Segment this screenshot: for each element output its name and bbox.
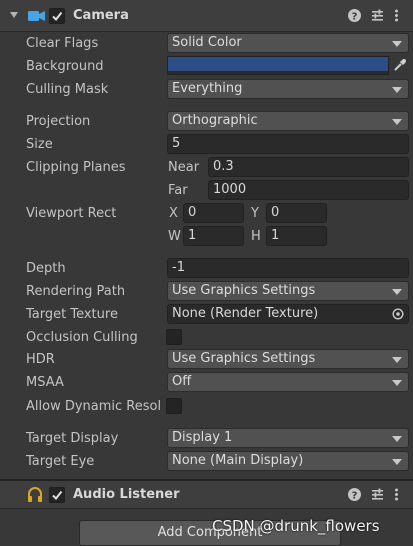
size-field[interactable]: 5 [167,134,409,154]
occlusion-culling-checkbox[interactable] [166,329,182,345]
camera-title: Camera [73,8,129,23]
hdr-value: Use Graphics Settings [172,351,316,366]
chevron-down-icon [392,436,402,442]
rendering-path-value: Use Graphics Settings [172,283,316,298]
background-label: Background [26,59,104,74]
near-field[interactable]: 0.3 [208,157,409,177]
background-color-swatch [168,57,388,71]
foldout-arrow-icon[interactable] [10,12,18,18]
svg-text:?: ? [352,490,358,501]
viewport-w-field[interactable]: 1 [183,226,244,246]
viewport-rect-label: Viewport Rect [26,206,117,221]
msaa-label: MSAA [26,375,64,390]
audio-listener-title: Audio Listener [73,487,180,502]
target-display-value: Display 1 [172,430,233,445]
preset-sliders-icon[interactable] [371,488,384,501]
far-label: Far [168,183,188,198]
target-eye-dropdown[interactable]: None (Main Display) [167,451,409,471]
chevron-down-icon [392,380,402,386]
hdr-dropdown[interactable]: Use Graphics Settings [167,349,409,369]
headphones-icon [28,487,42,502]
chevron-down-icon [392,119,402,125]
occlusion-culling-label: Occlusion Culling [26,330,138,345]
projection-dropdown[interactable]: Orthographic [167,111,409,131]
culling-mask-value: Everything [172,81,243,96]
kebab-menu-icon[interactable] [394,488,399,501]
viewport-x-label: X [169,206,178,221]
audio-listener-enabled-checkbox[interactable] [49,487,65,503]
preset-sliders-icon[interactable] [371,9,384,22]
clipping-planes-label: Clipping Planes [26,160,126,175]
target-display-label: Target Display [26,431,119,446]
culling-mask-dropdown[interactable]: Everything [167,79,409,99]
culling-mask-label: Culling Mask [26,82,109,97]
target-eye-label: Target Eye [26,454,95,469]
viewport-x-field[interactable]: 0 [183,203,244,223]
checkmark-icon [52,490,63,501]
near-label: Near [168,160,200,175]
camera-component-header[interactable]: Camera ? [0,0,413,32]
chevron-down-icon [392,459,402,465]
depth-label: Depth [26,261,66,276]
allow-dynamic-resolution-checkbox[interactable] [166,398,182,414]
audio-listener-component-header[interactable]: Audio Listener ? [0,481,413,509]
chevron-down-icon [392,289,402,295]
clear-flags-dropdown[interactable]: Solid Color [167,33,409,53]
object-picker-icon[interactable] [392,308,404,320]
checkmark-icon [52,11,63,22]
rendering-path-label: Rendering Path [26,284,126,299]
allow-dynamic-resolution-label: Allow Dynamic Resol [26,399,162,414]
viewport-h-field[interactable]: 1 [266,226,327,246]
camera-icon [28,11,45,21]
viewport-w-label: W [168,229,181,244]
target-eye-value: None (Main Display) [172,453,304,468]
clear-flags-value: Solid Color [172,35,242,50]
eyedropper-icon[interactable] [393,58,407,72]
background-color-field[interactable] [167,56,389,75]
hdr-label: HDR [26,352,55,367]
chevron-down-icon [392,87,402,93]
help-icon[interactable]: ? [348,488,361,501]
viewport-y-label: Y [251,206,259,221]
msaa-value: Off [172,374,192,389]
camera-enabled-checkbox[interactable] [49,8,65,24]
msaa-dropdown[interactable]: Off [167,372,409,392]
chevron-down-icon [392,357,402,363]
size-label: Size [26,137,53,152]
help-icon[interactable]: ? [348,9,361,22]
projection-label: Projection [26,114,91,129]
watermark-text: CSDN @drunk_flowers [212,517,380,535]
target-texture-value: None (Render Texture) [172,306,319,321]
depth-field[interactable]: -1 [167,258,409,278]
svg-text:?: ? [352,11,358,22]
projection-value: Orthographic [172,113,258,128]
far-field[interactable]: 1000 [208,180,409,200]
rendering-path-dropdown[interactable]: Use Graphics Settings [167,281,409,301]
target-texture-label: Target Texture [26,307,118,322]
kebab-menu-icon[interactable] [394,9,399,22]
viewport-y-field[interactable]: 0 [266,203,327,223]
target-display-dropdown[interactable]: Display 1 [167,428,409,448]
clear-flags-label: Clear Flags [26,36,99,51]
viewport-h-label: H [251,229,261,244]
chevron-down-icon [392,41,402,47]
target-texture-field[interactable]: None (Render Texture) [167,304,409,324]
